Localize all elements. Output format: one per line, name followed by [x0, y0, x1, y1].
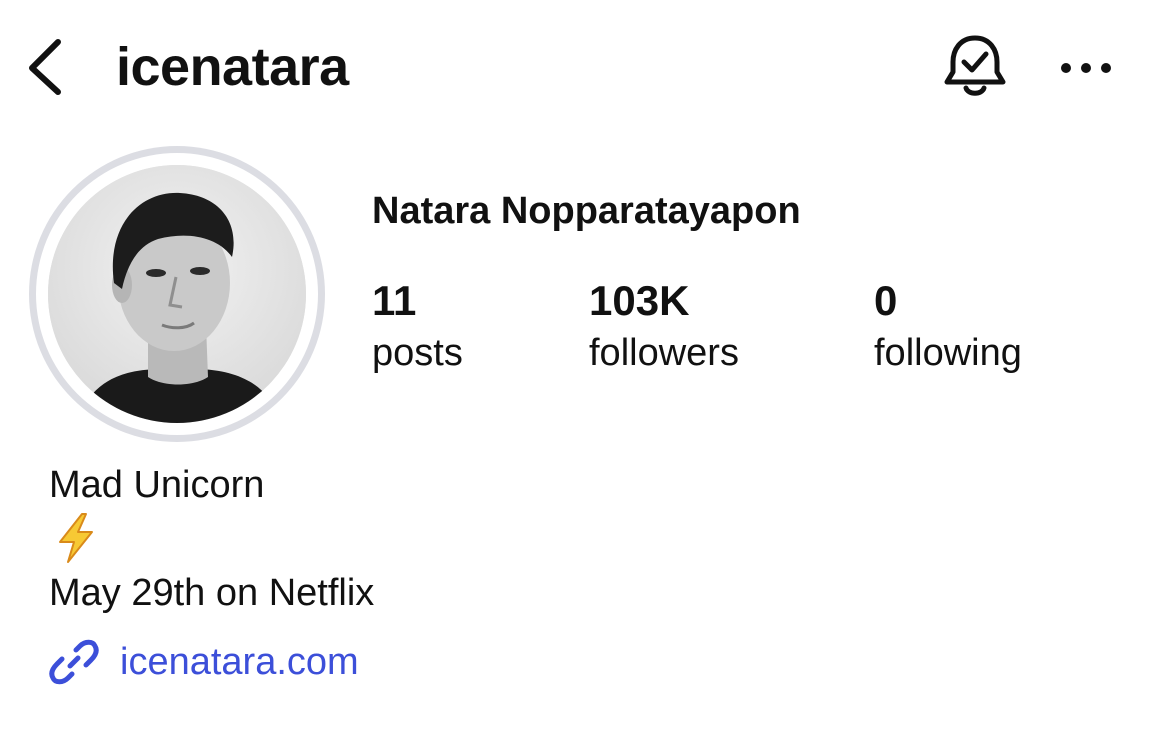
posts-label: posts: [372, 332, 463, 374]
profile-photo: [48, 165, 306, 423]
following-count: 0: [874, 277, 898, 324]
followers-stat[interactable]: 103K followers: [589, 276, 739, 380]
profile-username: icenatara: [116, 37, 349, 97]
lightning-emoji: ⚡: [54, 512, 102, 564]
posts-count: 11: [372, 277, 417, 324]
chevron-left-icon: [29, 39, 61, 95]
notifications-button[interactable]: [940, 32, 1010, 102]
followers-count: 103K: [589, 277, 690, 324]
posts-stat[interactable]: 11 posts: [372, 276, 463, 380]
followers-label: followers: [589, 332, 739, 374]
website-link-text: icenatara.com: [120, 641, 359, 683]
following-label: following: [874, 332, 1022, 374]
more-options-button[interactable]: [1056, 52, 1116, 84]
link-icon: [49, 639, 99, 685]
bio-line-3: May 29th on Netflix: [49, 572, 375, 614]
following-stat[interactable]: 0 following: [874, 276, 1022, 380]
more-horizontal-icon: [1061, 63, 1111, 73]
avatar[interactable]: [29, 146, 325, 442]
bell-check-icon: [944, 35, 1006, 96]
bio-line-1: Mad Unicorn: [49, 464, 265, 506]
back-button[interactable]: [22, 36, 70, 96]
website-link[interactable]: icenatara.com: [48, 636, 359, 688]
display-name: Natara Nopparatayapon: [372, 190, 801, 232]
